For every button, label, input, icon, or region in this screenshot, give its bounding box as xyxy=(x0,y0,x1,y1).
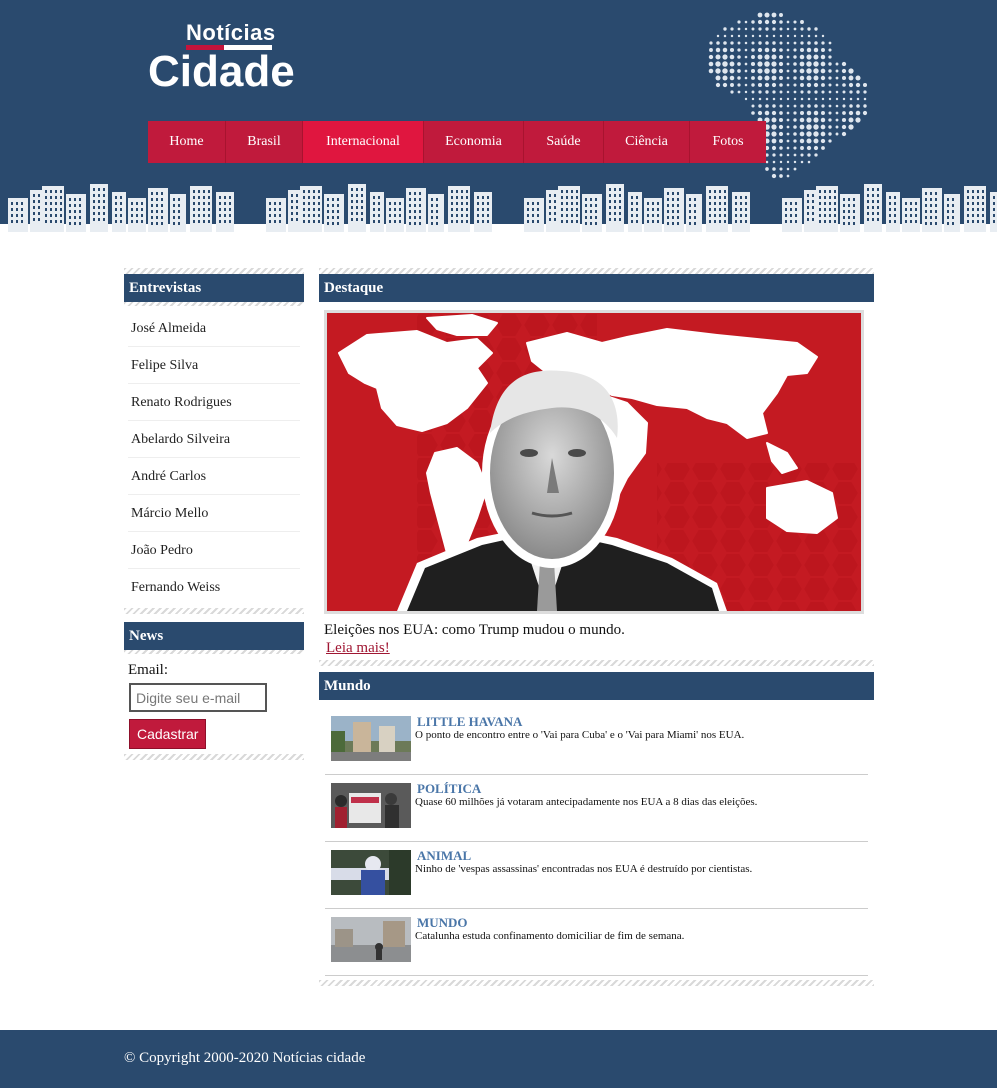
newsletter-box: News Email: Cadastrar xyxy=(124,622,304,760)
site-footer: © Copyright 2000-2020 Notícias cidade xyxy=(0,1030,997,1088)
hatch-divider xyxy=(124,608,304,614)
logo-top-text: Notícias xyxy=(186,20,276,45)
news-thumbnail[interactable] xyxy=(331,783,411,828)
news-thumbnail[interactable] xyxy=(331,850,411,895)
hatch-divider xyxy=(319,660,874,666)
hatch-divider xyxy=(319,980,874,986)
nav-item-economia[interactable]: Economia xyxy=(424,121,524,163)
news-item[interactable]: POLÍTICA Quase 60 milhões já votaram ant… xyxy=(325,775,868,842)
news-item[interactable]: MUNDO Catalunha estuda confinamento domi… xyxy=(325,909,868,976)
news-summary: Catalunha estuda confinamento domiciliar… xyxy=(415,930,685,942)
world-title: Mundo xyxy=(319,672,874,700)
sidebar: Entrevistas José Almeida Felipe Silva Re… xyxy=(124,268,304,760)
interview-item[interactable]: Fernando Weiss xyxy=(128,569,300,606)
interview-item[interactable]: João Pedro xyxy=(128,532,300,569)
interview-item[interactable]: Felipe Silva xyxy=(128,347,300,384)
interview-item[interactable]: Renato Rodrigues xyxy=(128,384,300,421)
main-content: Destaque Eleições nos EUA: como Trump mu… xyxy=(319,268,874,986)
interview-item[interactable]: Abelardo Silveira xyxy=(128,421,300,458)
nav-item-brasil[interactable]: Brasil xyxy=(226,121,303,163)
news-category[interactable]: POLÍTICA xyxy=(417,781,481,797)
news-thumbnail[interactable] xyxy=(331,917,411,962)
site-logo[interactable]: Notícias Cidade xyxy=(148,20,308,100)
news-category[interactable]: MUNDO xyxy=(417,915,468,931)
nav-item-internacional[interactable]: Internacional xyxy=(303,121,424,163)
interviews-list: José Almeida Felipe Silva Renato Rodrigu… xyxy=(124,306,304,606)
logo-main-text: Cidade xyxy=(148,47,295,96)
nav-item-saude[interactable]: Saúde xyxy=(524,121,604,163)
news-summary: Quase 60 milhões já votaram antecipadame… xyxy=(415,796,758,808)
news-summary: Ninho de 'vespas assassinas' encontradas… xyxy=(415,863,753,875)
world-news-list: LITTLE HAVANA O ponto de encontro entre … xyxy=(319,700,874,976)
hatch-divider xyxy=(124,754,304,760)
featured-image[interactable] xyxy=(324,310,864,614)
news-thumbnail[interactable] xyxy=(331,716,411,761)
email-input[interactable] xyxy=(129,683,267,712)
newsletter-title: News xyxy=(124,622,304,650)
nav-item-ciencia[interactable]: Ciência xyxy=(604,121,690,163)
copyright-text: © Copyright 2000-2020 Notícias cidade xyxy=(124,1050,366,1066)
news-category[interactable]: ANIMAL xyxy=(417,848,471,864)
interviews-title: Entrevistas xyxy=(124,274,304,302)
nav-item-fotos[interactable]: Fotos xyxy=(690,121,766,163)
email-label: Email: xyxy=(128,662,168,678)
city-skyline-graphic xyxy=(0,184,997,232)
interview-item[interactable]: André Carlos xyxy=(128,458,300,495)
news-item[interactable]: ANIMAL Ninho de 'vespas assassinas' enco… xyxy=(325,842,868,909)
news-item[interactable]: LITTLE HAVANA O ponto de encontro entre … xyxy=(325,708,868,775)
featured-title: Destaque xyxy=(319,274,874,302)
subscribe-button[interactable]: Cadastrar xyxy=(129,719,207,749)
site-header: Notícias Cidade Home Brasil Internaciona… xyxy=(0,0,997,232)
news-summary: O ponto de encontro entre o 'Vai para Cu… xyxy=(415,729,745,741)
interview-item[interactable]: José Almeida xyxy=(128,310,300,347)
featured-caption: Eleições nos EUA: como Trump mudou o mun… xyxy=(324,622,625,638)
news-category[interactable]: LITTLE HAVANA xyxy=(417,714,522,730)
main-nav: Home Brasil Internacional Economia Saúde… xyxy=(148,121,766,163)
nav-item-home[interactable]: Home xyxy=(148,121,226,163)
interview-item[interactable]: Márcio Mello xyxy=(128,495,300,532)
read-more-link[interactable]: Leia mais! xyxy=(326,640,390,657)
featured-illustration xyxy=(327,313,861,611)
